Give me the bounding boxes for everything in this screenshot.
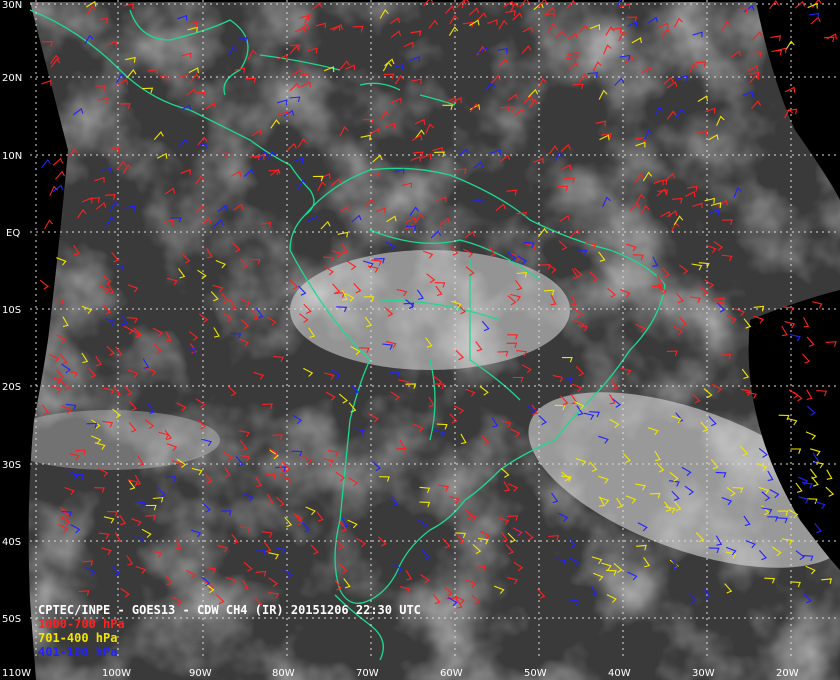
lat-label-50s: 50S: [2, 614, 21, 625]
lat-label-20n: 20N: [2, 73, 22, 84]
lon-label-60w: 60W: [440, 668, 463, 679]
satellite-wind-map: 30N 20N 10N EQ 10S 20S 30S 40S 50S 110W …: [0, 0, 840, 680]
lon-label-90w: 90W: [189, 668, 212, 679]
lon-label-100w: 100W: [102, 668, 131, 679]
lat-label-40s: 40S: [2, 537, 21, 548]
lon-label-50w: 50W: [524, 668, 547, 679]
lat-label-eq: EQ: [6, 228, 20, 239]
lat-label-30s: 30S: [2, 460, 21, 471]
lon-label-20w: 20W: [776, 668, 799, 679]
lat-label-10s: 10S: [2, 305, 21, 316]
cloud-mass-amazon: [290, 250, 570, 370]
lon-label-80w: 80W: [272, 668, 295, 679]
legend: CPTEC/INPE - GOES13 - CDW CH4 (IR) 20151…: [38, 603, 421, 659]
lat-label-30n: 30N: [2, 0, 22, 11]
lat-label-20s: 20S: [2, 382, 21, 393]
legend-item-high: 401-100 hPa: [38, 645, 118, 659]
legend-item-mid: 701-400 hPa: [38, 631, 118, 645]
lon-label-30w: 30W: [692, 668, 715, 679]
legend-item-low: 1000-700 hPa: [38, 617, 125, 631]
lon-label-110w: 110W: [2, 668, 31, 679]
map-title: CPTEC/INPE - GOES13 - CDW CH4 (IR) 20151…: [38, 603, 421, 617]
lon-label-70w: 70W: [356, 668, 379, 679]
lon-label-40w: 40W: [608, 668, 631, 679]
lat-label-10n: 10N: [2, 151, 22, 162]
